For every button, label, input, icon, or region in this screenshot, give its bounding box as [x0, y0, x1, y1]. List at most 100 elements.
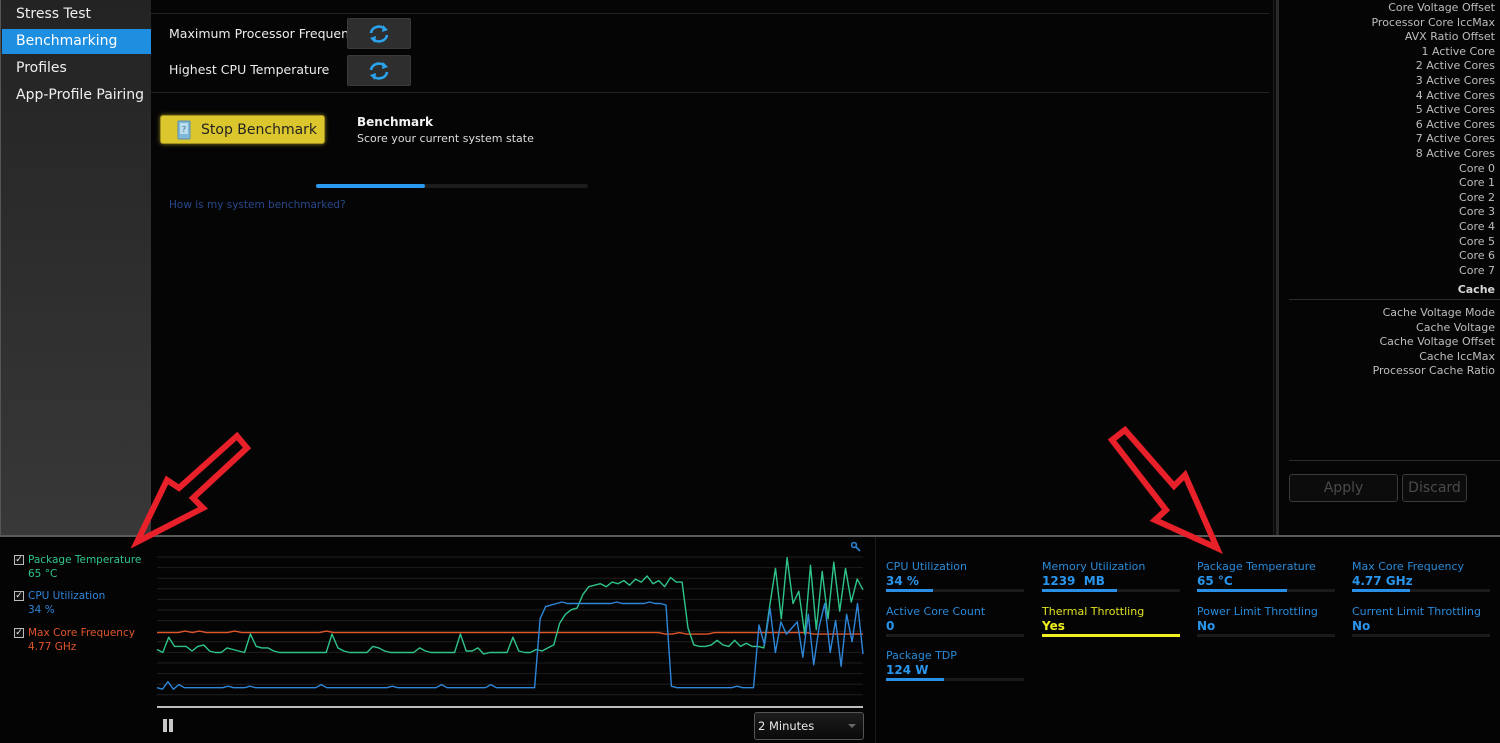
stat-value: 65 °C	[1197, 574, 1233, 588]
stat-label: Max Core Frequency	[1352, 560, 1465, 573]
benchmark-progress-bar	[316, 184, 588, 188]
property-label: Core 6	[1459, 249, 1495, 263]
max-frequency-refresh-button[interactable]	[347, 18, 411, 49]
benchmark-title: Benchmark	[357, 115, 433, 129]
stat-value: 34 %	[886, 574, 919, 588]
stat-label: Thermal Throttling	[1042, 605, 1145, 618]
stat-memory-utilization: Memory Utilization 1239 MB	[1042, 560, 1180, 592]
property-label: AVX Ratio Offset	[1404, 30, 1495, 44]
divider	[151, 13, 1269, 14]
stat-value: 124 W	[886, 663, 929, 677]
stat-power-limit-throttling: Power Limit Throttling No	[1197, 605, 1335, 637]
property-label: Processor Core IccMax	[1371, 15, 1495, 29]
stat-bar	[886, 678, 1024, 681]
benchmark-progress-fill	[316, 184, 425, 188]
discard-button[interactable]: Discard	[1402, 474, 1467, 502]
highest-temp-refresh-button[interactable]	[347, 55, 411, 86]
legend-checkbox[interactable]: ✓	[14, 628, 24, 638]
stat-bar	[1352, 589, 1490, 592]
divider	[875, 537, 876, 743]
stat-bar-fill	[1042, 589, 1117, 592]
property-label: Core 5	[1459, 234, 1495, 248]
stat-label: Package TDP	[886, 649, 957, 662]
time-range-value: 2 Minutes	[758, 719, 815, 733]
property-label: Core 1	[1459, 176, 1495, 190]
benchmark-icon: ?	[177, 120, 191, 139]
max-frequency-label: Maximum Processor Frequency	[169, 26, 364, 41]
wrench-icon[interactable]	[851, 542, 861, 552]
property-label: 5 Active Cores	[1415, 103, 1495, 117]
property-label: 8 Active Cores	[1415, 147, 1495, 160]
stat-value: No	[1352, 619, 1371, 633]
benchmark-panel: Maximum Processor Frequency Highest CPU …	[151, 0, 1273, 535]
property-label: 7 Active Cores	[1415, 132, 1495, 146]
stat-cpu-utilization: CPU Utilization 34 %	[886, 560, 1024, 592]
benchmark-subtitle: Score your current system state	[357, 132, 534, 145]
benchmark-help-link[interactable]: How is my system benchmarked?	[169, 199, 346, 211]
stat-label: Power Limit Throttling	[1197, 605, 1318, 618]
property-label: Processor Cache Ratio	[1372, 364, 1495, 378]
legend-name: Max Core Frequency	[28, 627, 135, 639]
property-label: 6 Active Cores	[1415, 117, 1495, 131]
stat-label: Active Core Count	[886, 605, 986, 618]
panel-splitter[interactable]	[1273, 0, 1279, 535]
legend-name: CPU Utilization	[28, 590, 106, 602]
legend-name: Package Temperature	[28, 554, 142, 566]
time-range-select[interactable]: 2 Minutes	[754, 712, 864, 740]
stat-bar	[1042, 634, 1180, 637]
stat-value: 0	[886, 619, 895, 633]
svg-text:?: ?	[182, 125, 186, 134]
property-label: 2 Active Cores	[1415, 59, 1495, 73]
stat-value: 4.77 GHz	[1352, 574, 1413, 588]
stat-label: Package Temperature	[1197, 560, 1316, 573]
stop-benchmark-button[interactable]: ? Stop Benchmark	[160, 115, 325, 144]
refresh-icon	[369, 24, 389, 43]
stat-bar-fill	[886, 678, 944, 681]
stat-bar-fill	[1352, 589, 1410, 592]
divider	[1289, 460, 1500, 461]
properties-panel: Core Voltage Offset Processor Core IccMax…	[1281, 0, 1500, 535]
property-label: Cache Voltage	[1416, 320, 1495, 334]
stat-label: Memory Utilization	[1042, 560, 1146, 573]
stat-max-core-frequency: Max Core Frequency 4.77 GHz	[1352, 560, 1490, 592]
monitor-panel: ✓ Package Temperature 65 °C ✓ CPU Utiliz…	[0, 537, 1500, 743]
property-label: 3 Active Cores	[1415, 74, 1495, 87]
legend-checkbox[interactable]: ✓	[14, 555, 24, 565]
legend-value: 4.77 GHz	[28, 641, 77, 653]
apply-button[interactable]: Apply	[1289, 474, 1398, 502]
property-label: 1 Active Core	[1421, 44, 1495, 58]
stat-bar	[1197, 589, 1335, 592]
divider	[151, 92, 1269, 93]
stat-bar	[1042, 589, 1180, 592]
stat-bar-fill	[1197, 589, 1287, 592]
property-label: Cache Voltage Offset	[1379, 335, 1495, 349]
stat-bar-fill	[886, 589, 933, 592]
stat-thermal-throttling: Thermal Throttling Yes	[1042, 605, 1180, 637]
legend-checkbox[interactable]: ✓	[14, 591, 24, 601]
sidebar-item-stress-test[interactable]: Stress Test	[2, 2, 151, 27]
legend-value: 34 %	[28, 604, 55, 616]
property-label: Cache Voltage Mode	[1382, 306, 1495, 319]
chevron-down-icon	[848, 724, 856, 728]
stat-current-limit-throttling: Current Limit Throttling No	[1352, 605, 1490, 637]
stat-value: No	[1197, 619, 1216, 633]
property-label: Cache IccMax	[1419, 349, 1495, 363]
stop-benchmark-label: Stop Benchmark	[201, 121, 318, 138]
sidebar-item-benchmarking[interactable]: Benchmarking	[2, 29, 151, 54]
property-label: 4 Active Cores	[1415, 88, 1495, 102]
pause-button[interactable]	[163, 719, 175, 733]
stat-label: Current Limit Throttling	[1352, 605, 1481, 618]
stat-active-core-count: Active Core Count 0	[886, 605, 1024, 637]
stat-bar	[886, 634, 1024, 637]
sidebar: Stress Test Benchmarking Profiles App-Pr…	[0, 0, 151, 535]
property-label: Core 0	[1459, 161, 1495, 175]
sidebar-item-app-profile-pairing[interactable]: App-Profile Pairing	[2, 83, 151, 108]
divider	[1289, 299, 1500, 300]
stat-bar	[1352, 634, 1490, 637]
stat-value: 1239 MB	[1042, 574, 1105, 588]
stat-package-temperature: Package Temperature 65 °C	[1197, 560, 1335, 592]
property-label: Core 3	[1459, 205, 1495, 219]
refresh-icon	[369, 61, 389, 80]
sidebar-item-profiles[interactable]: Profiles	[2, 56, 151, 81]
property-label: Core 2	[1459, 190, 1495, 204]
